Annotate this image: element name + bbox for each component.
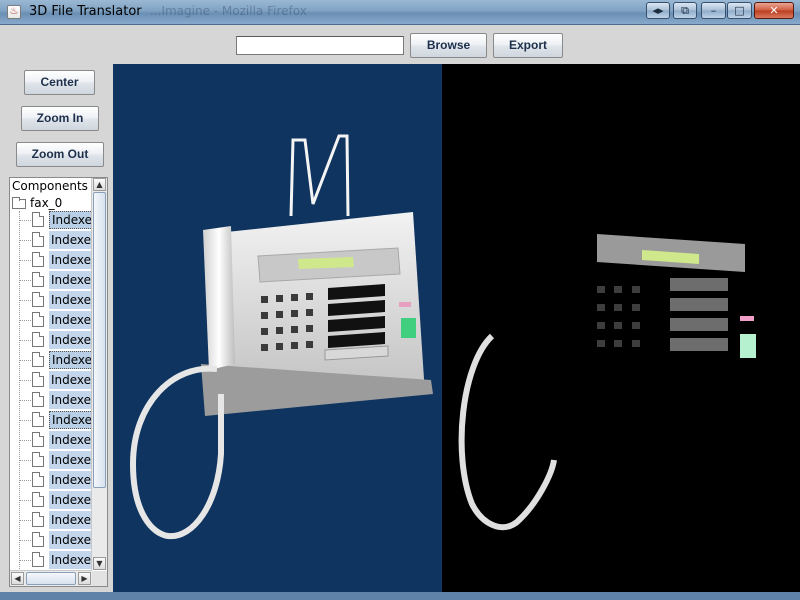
fax-parts-render (458, 234, 756, 531)
document-icon (32, 272, 44, 287)
window-bottom-border (0, 592, 800, 600)
indicator-light-part (740, 316, 754, 321)
title-bar[interactable]: ♨ 3D File Translator ...Imagine - Mozill… (0, 0, 800, 25)
document-icon (32, 512, 44, 527)
tree-connector (20, 500, 31, 501)
components-tree[interactable]: Components fax_0 Indexed Indexed Indexed In… (9, 177, 108, 587)
document-icon (32, 252, 44, 267)
document-icon (32, 432, 44, 447)
tree-root-label: fax_0 (30, 196, 63, 210)
tree-connector (20, 240, 31, 241)
function-keys-part (670, 278, 728, 351)
horizontal-scroll-thumb[interactable] (26, 572, 76, 585)
tree-connector (20, 340, 31, 341)
document-icon (32, 292, 44, 307)
tree-connector (20, 300, 31, 301)
document-icon (32, 412, 44, 427)
indicator-light (399, 302, 411, 307)
tree-connector (20, 420, 31, 421)
lcd-display (298, 257, 354, 269)
vertical-scrollbar[interactable]: ▲ ▼ (91, 178, 107, 570)
viewport-3d-main[interactable] (113, 64, 442, 592)
keypad-part (597, 286, 640, 347)
tree-connector (20, 380, 31, 381)
export-button[interactable]: Export (493, 33, 563, 58)
vertical-scroll-thumb[interactable] (93, 192, 106, 488)
tree-connector (20, 320, 31, 321)
restore-icon[interactable]: ⧉ (673, 2, 697, 19)
document-icon (32, 472, 44, 487)
document-icon (32, 372, 44, 387)
document-icon (32, 352, 44, 367)
document-icon (32, 232, 44, 247)
tree-connector (20, 560, 31, 561)
tree-connector (20, 480, 31, 481)
scroll-up-icon[interactable]: ▲ (93, 178, 106, 191)
minimize-button[interactable]: – (701, 2, 726, 19)
tree-connector (20, 460, 31, 461)
zoom-in-button[interactable]: Zoom In (21, 106, 99, 131)
tree-connector (20, 520, 31, 521)
java-app-icon: ♨ (7, 5, 21, 19)
folder-icon (12, 197, 26, 209)
document-icon (32, 212, 44, 227)
tree-connector (20, 400, 31, 401)
browse-button[interactable]: Browse (410, 33, 487, 58)
start-button-green (401, 318, 416, 338)
fax-handset (203, 226, 235, 370)
paper-holder (289, 134, 350, 217)
back-forward-icon[interactable]: ◂▸ (646, 2, 670, 19)
green-button-part (740, 334, 756, 358)
tree-header: Components (12, 179, 88, 193)
maximize-button[interactable]: □ (727, 2, 752, 19)
horizontal-scrollbar[interactable]: ◀ ▶ (10, 570, 92, 586)
tree-connector (20, 280, 31, 281)
close-button[interactable]: ✕ (754, 2, 794, 19)
document-icon (32, 492, 44, 507)
tree-connector (20, 260, 31, 261)
document-icon (32, 312, 44, 327)
tree-connector (20, 360, 31, 361)
background-window-title: ...Imagine - Mozilla Firefox (150, 4, 307, 18)
tree-connector (20, 220, 31, 221)
document-icon (32, 452, 44, 467)
document-icon (32, 332, 44, 347)
viewport-3d-secondary[interactable] (442, 64, 800, 592)
scroll-left-icon[interactable]: ◀ (11, 572, 24, 585)
tree-connector (20, 440, 31, 441)
fax-model-render (129, 134, 433, 540)
scroll-right-icon[interactable]: ▶ (78, 572, 91, 585)
document-icon (32, 552, 44, 567)
document-icon (32, 532, 44, 547)
app-window: ♨ 3D File Translator ...Imagine - Mozill… (0, 0, 800, 600)
zoom-out-button[interactable]: Zoom Out (16, 142, 104, 167)
cord-part (458, 333, 557, 531)
scroll-down-icon[interactable]: ▼ (93, 557, 106, 570)
center-button[interactable]: Center (24, 70, 95, 95)
window-title: 3D File Translator (29, 4, 142, 19)
left-panel: Center Zoom In Zoom Out Components fax_0… (0, 64, 113, 592)
scrollbar-corner (92, 571, 107, 586)
tree-connector (20, 540, 31, 541)
toolbar: Browse Export (0, 25, 800, 64)
document-icon (32, 392, 44, 407)
file-path-input[interactable] (236, 36, 404, 55)
